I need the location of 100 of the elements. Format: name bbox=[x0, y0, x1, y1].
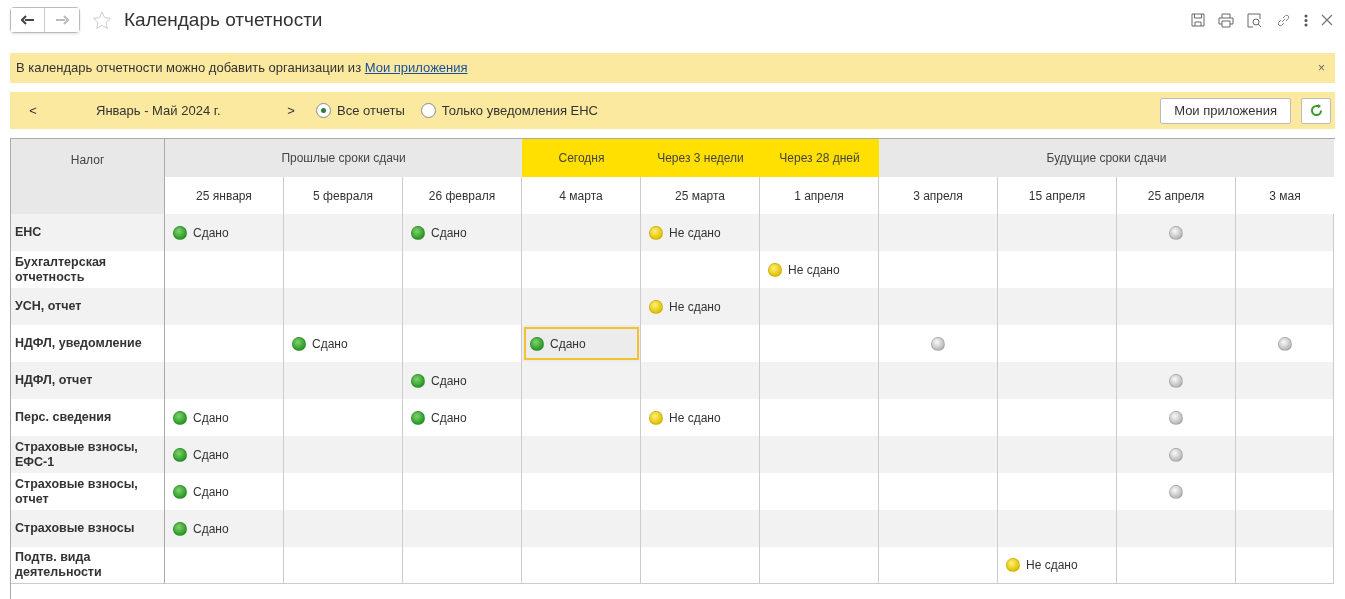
table-cell[interactable] bbox=[760, 510, 879, 547]
table-cell[interactable] bbox=[760, 547, 879, 584]
status-text: Сдано bbox=[431, 224, 467, 242]
table-cell[interactable] bbox=[522, 214, 641, 251]
close-icon[interactable] bbox=[1321, 14, 1333, 26]
my-apps-button[interactable]: Мои приложения bbox=[1160, 97, 1291, 124]
table-cell[interactable] bbox=[641, 436, 760, 473]
table-cell[interactable] bbox=[998, 436, 1117, 473]
table-cell[interactable] bbox=[1117, 288, 1236, 325]
radio-button[interactable] bbox=[420, 103, 436, 118]
table-cell[interactable] bbox=[641, 362, 760, 399]
status-text: Сдано bbox=[193, 483, 229, 501]
group-header: Сегодня bbox=[522, 139, 641, 177]
refresh-button[interactable] bbox=[1301, 97, 1331, 124]
status-text: Сдано bbox=[431, 372, 467, 390]
table-cell[interactable] bbox=[284, 436, 403, 473]
table-cell[interactable] bbox=[403, 510, 522, 547]
table-cell[interactable] bbox=[284, 214, 403, 251]
table-cell[interactable] bbox=[760, 214, 879, 251]
table-cell[interactable] bbox=[165, 362, 284, 399]
row-label: НДФЛ, отчет bbox=[11, 362, 165, 399]
table-cell[interactable] bbox=[879, 288, 998, 325]
table-cell[interactable] bbox=[1236, 510, 1334, 547]
table-cell[interactable] bbox=[284, 362, 403, 399]
status-text: Не сдано bbox=[788, 261, 840, 279]
table-cell[interactable] bbox=[879, 362, 998, 399]
row-label: УСН, отчет bbox=[11, 288, 165, 325]
table-cell[interactable] bbox=[998, 510, 1117, 547]
table-cell[interactable] bbox=[1117, 214, 1236, 251]
table-cell[interactable] bbox=[522, 288, 641, 325]
group-header: Будущие сроки сдачи bbox=[879, 139, 1334, 177]
group-header: Через 28 дней bbox=[760, 139, 879, 177]
print-icon[interactable] bbox=[1218, 12, 1234, 28]
table-cell[interactable]: Сдано bbox=[403, 214, 522, 251]
table-cell[interactable]: Сдано bbox=[522, 325, 641, 362]
row-label: Подтв. вида деятельности bbox=[11, 547, 165, 584]
table-cell[interactable] bbox=[403, 436, 522, 473]
more-icon[interactable] bbox=[1304, 13, 1308, 27]
table-cell[interactable] bbox=[998, 288, 1117, 325]
table-cell[interactable] bbox=[760, 436, 879, 473]
table-cell[interactable] bbox=[403, 288, 522, 325]
group-header: Прошлые сроки сдачи bbox=[165, 139, 522, 177]
next-period-button[interactable]: > bbox=[286, 100, 296, 121]
status-text: Сдано bbox=[193, 409, 229, 427]
preview-icon[interactable] bbox=[1247, 12, 1263, 28]
table-cell[interactable] bbox=[284, 288, 403, 325]
refresh-icon bbox=[1309, 104, 1323, 117]
table-cell[interactable] bbox=[1236, 436, 1334, 473]
status-text: Сдано bbox=[193, 224, 229, 242]
table-cell[interactable] bbox=[284, 510, 403, 547]
table-cell[interactable]: Сдано bbox=[165, 436, 284, 473]
table-cell[interactable] bbox=[165, 288, 284, 325]
link[interactable]: Мои приложения bbox=[364, 60, 468, 76]
table-cell[interactable] bbox=[879, 547, 998, 584]
close-button[interactable]: × bbox=[1318, 59, 1325, 77]
star-icon[interactable] bbox=[92, 10, 112, 30]
status-text: Сдано bbox=[193, 446, 229, 464]
table-cell[interactable] bbox=[165, 547, 284, 584]
table-cell[interactable] bbox=[998, 214, 1117, 251]
table-cell[interactable]: Сдано bbox=[165, 214, 284, 251]
table-cell[interactable] bbox=[760, 288, 879, 325]
table-cell[interactable] bbox=[1117, 362, 1236, 399]
table-cell[interactable] bbox=[522, 362, 641, 399]
table-cell[interactable]: Не сдано bbox=[641, 214, 760, 251]
status-text: Не сдано bbox=[669, 298, 721, 316]
back-button[interactable] bbox=[11, 8, 45, 32]
table-cell[interactable] bbox=[641, 547, 760, 584]
table-cell[interactable] bbox=[879, 510, 998, 547]
table-cell[interactable] bbox=[1236, 547, 1334, 584]
table-cell[interactable] bbox=[1236, 288, 1334, 325]
save-icon[interactable] bbox=[1191, 13, 1205, 27]
table-cell[interactable]: Сдано bbox=[403, 362, 522, 399]
status-text: Сдано bbox=[550, 335, 586, 353]
status-text: Сдано bbox=[431, 409, 467, 427]
table-cell[interactable]: Не сдано bbox=[641, 288, 760, 325]
table-cell[interactable] bbox=[879, 436, 998, 473]
table-cell[interactable]: Сдано bbox=[165, 510, 284, 547]
back-arrow-icon bbox=[20, 15, 35, 25]
link-icon[interactable] bbox=[1276, 12, 1291, 28]
radio-button[interactable] bbox=[316, 103, 331, 118]
column-header: Налог bbox=[11, 139, 165, 214]
table-cell[interactable] bbox=[522, 547, 641, 584]
table-cell[interactable] bbox=[1236, 362, 1334, 399]
table-cell[interactable] bbox=[760, 362, 879, 399]
status-text: Не сдано bbox=[1026, 557, 1078, 574]
row-label: Страховые взносы bbox=[11, 510, 165, 547]
table-cell[interactable] bbox=[1236, 214, 1334, 251]
table-cell[interactable] bbox=[1117, 510, 1236, 547]
table-cell[interactable] bbox=[1117, 547, 1236, 584]
period-label: Январь - Май 2024 г. bbox=[96, 101, 222, 120]
table-cell[interactable] bbox=[284, 547, 403, 584]
previous-period-button[interactable]: < bbox=[28, 100, 38, 121]
table-cell[interactable]: Не сдано bbox=[998, 547, 1117, 584]
table-cell[interactable] bbox=[403, 547, 522, 584]
table-cell[interactable] bbox=[998, 362, 1117, 399]
table-cell[interactable] bbox=[522, 436, 641, 473]
table-cell[interactable] bbox=[641, 510, 760, 547]
table-cell[interactable] bbox=[522, 510, 641, 547]
table-cell[interactable] bbox=[879, 214, 998, 251]
table-cell[interactable] bbox=[1117, 436, 1236, 473]
